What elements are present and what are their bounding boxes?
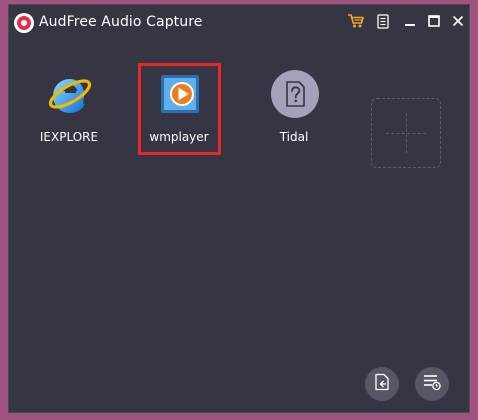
app-logo-icon (14, 13, 34, 33)
app-label: wmplayer (149, 130, 209, 144)
history-list-icon (422, 373, 442, 395)
window-title: AudFree Audio Capture (39, 14, 203, 30)
maximize-icon[interactable] (425, 12, 443, 30)
app-grid: IEXPLORE wmplayer Tidal (9, 38, 469, 338)
add-app-button[interactable] (371, 98, 441, 168)
output-folder-button[interactable] (365, 367, 399, 401)
close-icon[interactable] (449, 12, 467, 30)
shopping-cart-icon[interactable] (347, 12, 365, 30)
title-bar: AudFree Audio Capture (9, 5, 469, 38)
app-window: AudFree Audio Capture IEXPLORE wmplayer … (8, 4, 470, 413)
menu-icon[interactable] (374, 12, 392, 30)
output-folder-icon (374, 373, 390, 395)
app-tile-wmplayer[interactable]: wmplayer (140, 64, 218, 150)
app-label: Tidal (279, 130, 309, 144)
app-tile-iexplore[interactable]: IEXPLORE (30, 64, 108, 150)
app-tile-tidal[interactable]: Tidal (255, 64, 333, 150)
windows-media-player-icon (155, 69, 205, 119)
internet-explorer-icon (45, 69, 95, 119)
app-label: IEXPLORE (39, 130, 99, 144)
minimize-icon[interactable] (401, 12, 419, 30)
history-list-button[interactable] (415, 367, 449, 401)
unknown-app-icon (270, 69, 320, 119)
